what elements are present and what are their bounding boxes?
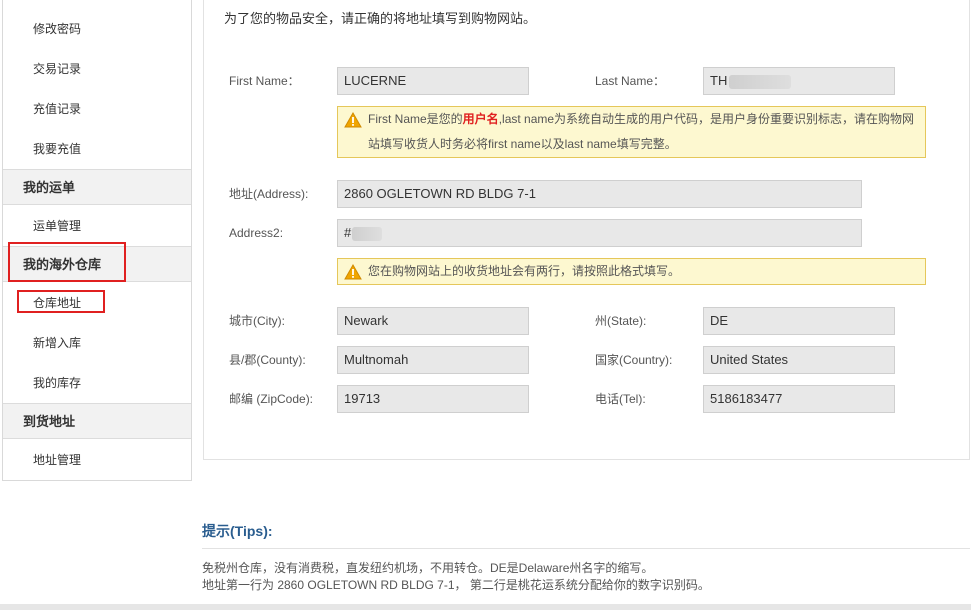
sidebar-item-change-password[interactable]: 修改密码: [3, 10, 191, 48]
address-field[interactable]: 2860 OGLETOWN RD BLDG 7-1: [337, 180, 862, 208]
sidebar-item-waybill-management[interactable]: 运单管理: [3, 207, 191, 245]
city-label: 城市(City):: [229, 314, 285, 328]
sidebar-item-transactions[interactable]: 交易记录: [3, 50, 191, 88]
user-code-warning: First Name是您的用户名,last name为系统自动生成的用户代码，是…: [337, 106, 926, 158]
intro-text: 为了您的物品安全，请正确的将地址填写到购物网站。: [224, 11, 537, 26]
warning1-highlight: 用户名: [462, 112, 499, 126]
sidebar-item-my-inventory[interactable]: 我的库存: [3, 364, 191, 402]
bottom-bar: [0, 604, 971, 610]
city-field[interactable]: Newark: [337, 307, 529, 335]
address-format-warning: 您在购物网站上的收货地址会有两行，请按照此格式填写。: [337, 258, 926, 285]
address2-label: Address2:: [229, 226, 284, 240]
sidebar-item-new-inbound[interactable]: 新增入库: [3, 324, 191, 362]
sidebar-item-address-management[interactable]: 地址管理: [3, 441, 191, 479]
tips-line-1: 免税州仓库，没有消费税，直发纽约机场，不用转仓。DE是Delaware州名字的缩…: [202, 561, 654, 575]
country-label: 国家(Country):: [595, 353, 673, 367]
highlight-box-warehouse-address: [17, 290, 105, 313]
highlight-box-warehouse-section: [8, 242, 126, 282]
redaction-blur: [352, 226, 383, 241]
tips-title: 提示(Tips):: [202, 523, 273, 539]
tips-divider: [202, 548, 970, 549]
tel-label: 电话(Tel):: [595, 392, 646, 406]
address2-value: #: [344, 225, 352, 240]
county-label: 县/郡(County):: [229, 353, 306, 367]
redaction-blur: [729, 74, 792, 89]
zipcode-label: 邮编 (ZipCode):: [229, 392, 314, 406]
state-field[interactable]: DE: [703, 307, 895, 335]
last-name-label: Last Name：: [595, 74, 666, 88]
tel-field[interactable]: 5186183477: [703, 385, 895, 413]
warning-icon: [344, 112, 362, 128]
first-name-field[interactable]: LUCERNE: [337, 67, 529, 95]
last-name-field[interactable]: TH: [703, 67, 895, 95]
address2-field[interactable]: #: [337, 219, 862, 247]
sidebar-section-my-waybills: 我的运单: [3, 169, 191, 205]
county-field[interactable]: Multnomah: [337, 346, 529, 374]
zipcode-field[interactable]: 19713: [337, 385, 529, 413]
warning2-text: 您在购物网站上的收货地址会有两行，请按照此格式填写。: [368, 264, 681, 278]
tips-line-2: 地址第一行为 2860 OGLETOWN RD BLDG 7-1， 第二行是桃花…: [202, 578, 710, 592]
sidebar: 修改密码 交易记录 充值记录 我要充值 我的运单 运单管理 我的海外仓库 仓库地…: [2, 0, 192, 481]
warehouse-address-panel: 为了您的物品安全，请正确的将地址填写到购物网站。 First Name： LUC…: [203, 0, 970, 460]
warning1-text-pre: First Name是您的: [368, 112, 463, 126]
state-label: 州(State):: [595, 314, 647, 328]
sidebar-section-delivery-address: 到货地址: [3, 403, 191, 439]
first-name-label: First Name：: [229, 74, 300, 88]
sidebar-item-recharge-records[interactable]: 充值记录: [3, 90, 191, 128]
last-name-value: TH: [710, 73, 728, 88]
country-field[interactable]: United States: [703, 346, 895, 374]
sidebar-item-recharge[interactable]: 我要充值: [3, 130, 191, 168]
address-label: 地址(Address):: [229, 187, 309, 201]
warning-icon: [344, 264, 362, 280]
